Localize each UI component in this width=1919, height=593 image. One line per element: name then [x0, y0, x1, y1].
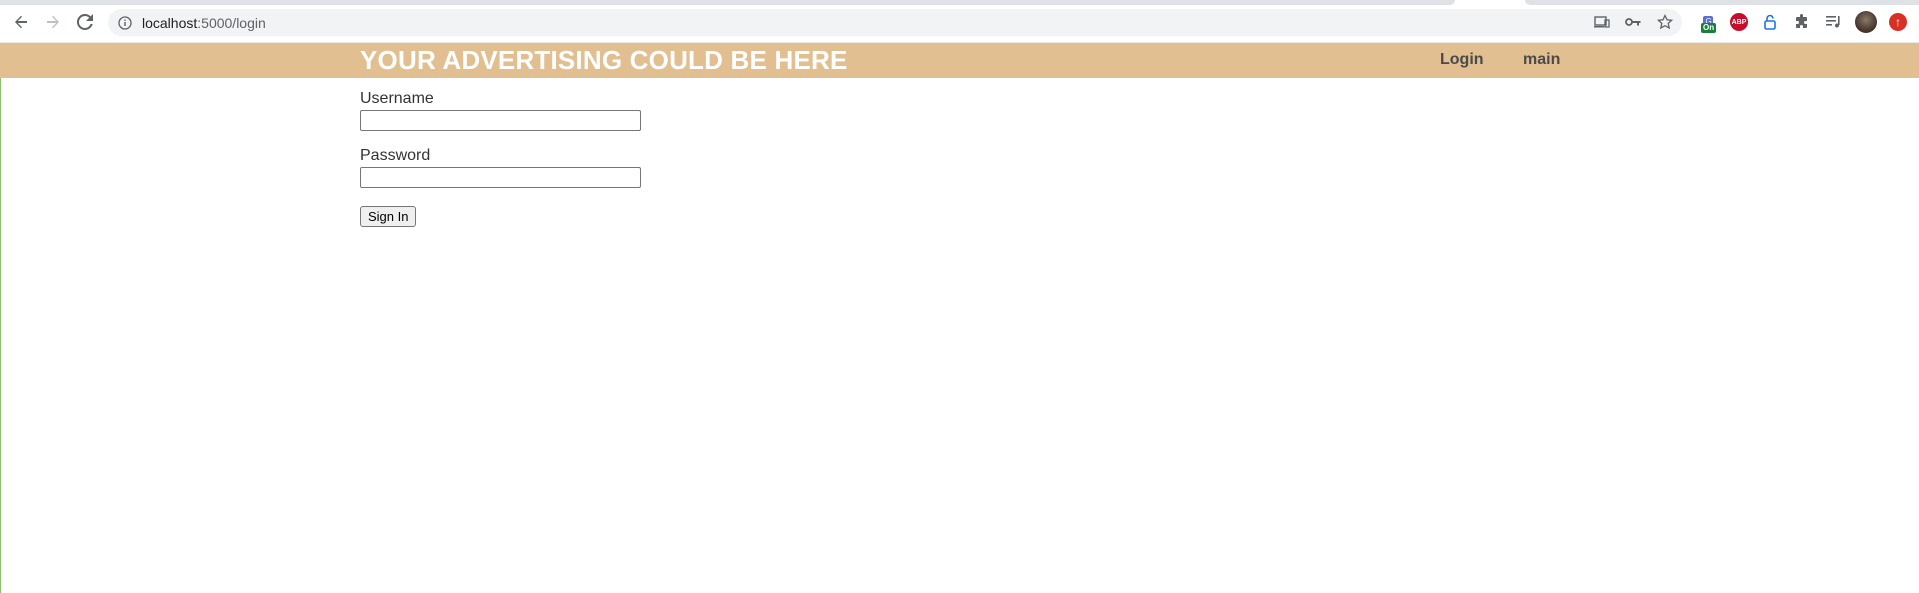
- site-title: YOUR ADVERTISING COULD BE HERE: [360, 45, 848, 75]
- bookmark-star-icon[interactable]: [1653, 10, 1677, 34]
- username-label: Username: [360, 90, 434, 107]
- username-field[interactable]: [360, 110, 641, 131]
- back-button[interactable]: [9, 10, 33, 34]
- reload-icon: [77, 14, 93, 30]
- password-label: Password: [360, 147, 431, 164]
- url-path: :5000/login: [197, 14, 266, 31]
- login-form: Username Password Sign In: [360, 90, 641, 227]
- url-host: localhost: [142, 14, 198, 31]
- google-translate-icon[interactable]: G On: [1697, 10, 1721, 34]
- browser-toolbar: localhost:5000/login G On ABP ↑: [0, 0, 1919, 43]
- cast-icon[interactable]: [1590, 10, 1614, 34]
- update-icon[interactable]: ↑: [1886, 10, 1910, 34]
- profile-avatar[interactable]: [1854, 10, 1878, 34]
- username-group: Username: [360, 90, 641, 131]
- reload-button[interactable]: [73, 10, 97, 34]
- window-edge: [0, 78, 1, 593]
- info-icon[interactable]: [118, 15, 132, 30]
- arrow-right-icon: [47, 15, 59, 29]
- tab-strip: [0, 0, 1455, 5]
- arrow-left-icon: [15, 15, 27, 29]
- translate-on-badge: On: [1701, 23, 1717, 33]
- site-header: YOUR ADVERTISING COULD BE HERE Login mai…: [0, 43, 1919, 78]
- sign-in-button[interactable]: Sign In: [360, 206, 417, 227]
- key-icon[interactable]: [1621, 10, 1645, 34]
- address-bar[interactable]: localhost:5000/login: [108, 9, 1682, 36]
- puzzle-extensions-icon[interactable]: [1790, 10, 1814, 34]
- password-group: Password: [360, 147, 641, 188]
- media-queue-icon[interactable]: [1822, 10, 1846, 34]
- forward-button[interactable]: [41, 10, 65, 34]
- password-field[interactable]: [360, 167, 641, 188]
- lock-extension-icon[interactable]: [1758, 10, 1782, 34]
- nav-login-link[interactable]: Login: [1440, 51, 1484, 69]
- nav-main-link[interactable]: main: [1523, 51, 1560, 69]
- tab-strip-right: [1525, 0, 1919, 5]
- adblock-plus-icon[interactable]: ABP: [1727, 10, 1751, 34]
